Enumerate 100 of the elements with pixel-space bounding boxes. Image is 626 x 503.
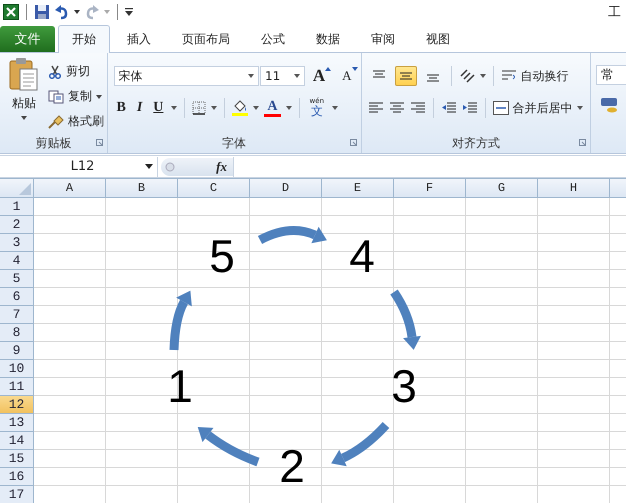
group-label: 字体 <box>222 134 246 152</box>
copy-icon <box>48 90 64 104</box>
caret-icon[interactable] <box>74 10 80 14</box>
middle-align-button[interactable] <box>394 66 416 86</box>
spreadsheet-app-icon[interactable] <box>3 4 19 20</box>
ribbon-tab[interactable]: 插入 <box>113 26 165 52</box>
group-label: 对齐方式 <box>452 134 500 152</box>
wrap-text-button[interactable]: 自动换行 <box>500 66 568 86</box>
font-size-field[interactable]: 11 <box>260 66 305 86</box>
caret-icon <box>294 74 300 78</box>
step-number: 2 <box>279 440 305 492</box>
row-header[interactable]: 8 <box>0 324 34 342</box>
decrease-indent-icon[interactable] <box>440 101 456 115</box>
merge-center-button[interactable]: 合并后居中 <box>492 98 582 118</box>
column-header[interactable]: F <box>394 179 466 197</box>
currency-icon[interactable] <box>600 97 618 113</box>
font-name-field[interactable]: 宋体 <box>114 66 259 86</box>
ribbon-tab[interactable]: 公式 <box>247 26 299 52</box>
column-header[interactable]: B <box>106 179 178 197</box>
down-triangle-icon <box>352 67 358 71</box>
cell-grid[interactable] <box>34 198 626 503</box>
save-icon[interactable] <box>34 4 50 20</box>
row-header[interactable]: 4 <box>0 252 34 270</box>
dialog-launcher-icon[interactable] <box>96 139 102 146</box>
italic-button[interactable]: I <box>134 98 146 118</box>
curved-arrow <box>331 422 390 466</box>
caret-icon[interactable] <box>253 106 260 110</box>
align-left-icon[interactable] <box>368 101 384 115</box>
fill-bucket-icon[interactable] <box>232 100 248 116</box>
increase-indent-icon[interactable] <box>462 101 478 115</box>
caret-icon[interactable] <box>286 106 292 110</box>
row-header[interactable]: 13 <box>0 414 34 432</box>
ribbon-tab[interactable]: 审阅 <box>357 26 409 52</box>
row-header[interactable]: 6 <box>0 288 34 306</box>
corner-triangle-icon <box>19 183 31 195</box>
caret-icon <box>576 106 582 110</box>
step-number: 5 <box>209 230 235 282</box>
column-header[interactable]: G <box>466 179 538 197</box>
ribbon-tab[interactable]: 页面布局 <box>168 26 244 52</box>
window-title: 工 <box>608 4 622 21</box>
caret-icon[interactable] <box>211 106 218 110</box>
row-header[interactable]: 5 <box>0 270 34 288</box>
column-header[interactable]: H <box>538 179 610 197</box>
name-box[interactable]: L12 <box>0 156 158 176</box>
row-header[interactable]: 3 <box>0 234 34 252</box>
up-triangle-icon <box>325 67 332 71</box>
curved-arrow <box>198 427 260 466</box>
caret-icon[interactable] <box>171 106 178 110</box>
brush-icon <box>48 114 64 128</box>
caret-icon <box>96 94 102 98</box>
align-center-icon[interactable] <box>388 101 404 115</box>
column-header[interactable]: A <box>34 179 106 197</box>
row-header[interactable]: 12 <box>0 396 34 414</box>
caret-icon <box>145 164 153 169</box>
row-header[interactable]: 7 <box>0 306 34 324</box>
font-color-button[interactable]: A <box>264 100 281 116</box>
row-header[interactable]: 9 <box>0 342 34 360</box>
row-header[interactable]: 15 <box>0 450 34 468</box>
paste-button[interactable]: 粘贴 <box>6 57 42 133</box>
borders-icon[interactable] <box>192 101 206 115</box>
column-header[interactable]: E <box>322 179 394 197</box>
shrink-font-button[interactable]: A <box>339 66 360 86</box>
row-header[interactable]: 17 <box>0 486 34 503</box>
undo-icon[interactable] <box>54 4 70 20</box>
format-painter-button[interactable]: 格式刷 <box>48 111 104 132</box>
caret-icon <box>248 74 254 78</box>
bold-button[interactable]: B <box>114 98 129 118</box>
row-header[interactable]: 16 <box>0 468 34 486</box>
grow-font-button[interactable]: A <box>310 66 334 86</box>
row-header[interactable]: 14 <box>0 432 34 450</box>
ribbon-tab[interactable]: 开始 <box>58 25 110 53</box>
dialog-launcher-icon[interactable] <box>579 139 586 146</box>
number-format-field[interactable]: 常 <box>596 65 626 85</box>
clipboard-icon <box>9 57 39 91</box>
caret-icon[interactable] <box>480 74 486 78</box>
curved-arrow <box>390 290 421 350</box>
column-header[interactable]: C <box>178 179 250 197</box>
curved-arrow <box>258 226 327 244</box>
insert-function-button[interactable]: fx <box>216 158 227 174</box>
customize-icon[interactable] <box>125 8 133 16</box>
ribbon-tab[interactable]: 视图 <box>412 26 464 52</box>
scissors-icon <box>48 64 62 78</box>
column-header[interactable]: D <box>250 179 322 197</box>
row-header[interactable]: 1 <box>0 198 34 216</box>
file-tab[interactable]: 文件 <box>0 26 55 52</box>
row-header[interactable]: 11 <box>0 378 34 396</box>
caret-icon <box>21 116 27 120</box>
curved-arrow <box>170 290 192 350</box>
ribbon-tab[interactable]: 数据 <box>302 26 354 52</box>
underline-button[interactable]: U <box>150 98 166 118</box>
align-right-icon[interactable] <box>410 101 426 115</box>
dialog-launcher-icon[interactable] <box>350 139 356 146</box>
caret-icon[interactable] <box>332 106 338 110</box>
row-header[interactable]: 2 <box>0 216 34 234</box>
copy-button[interactable]: 复制 <box>48 86 104 107</box>
step-number: 4 <box>349 230 375 282</box>
orientation-icon[interactable] <box>458 68 474 84</box>
row-header[interactable]: 10 <box>0 360 34 378</box>
cut-button[interactable]: 剪切 <box>48 61 104 82</box>
step-number: 3 <box>391 360 417 412</box>
